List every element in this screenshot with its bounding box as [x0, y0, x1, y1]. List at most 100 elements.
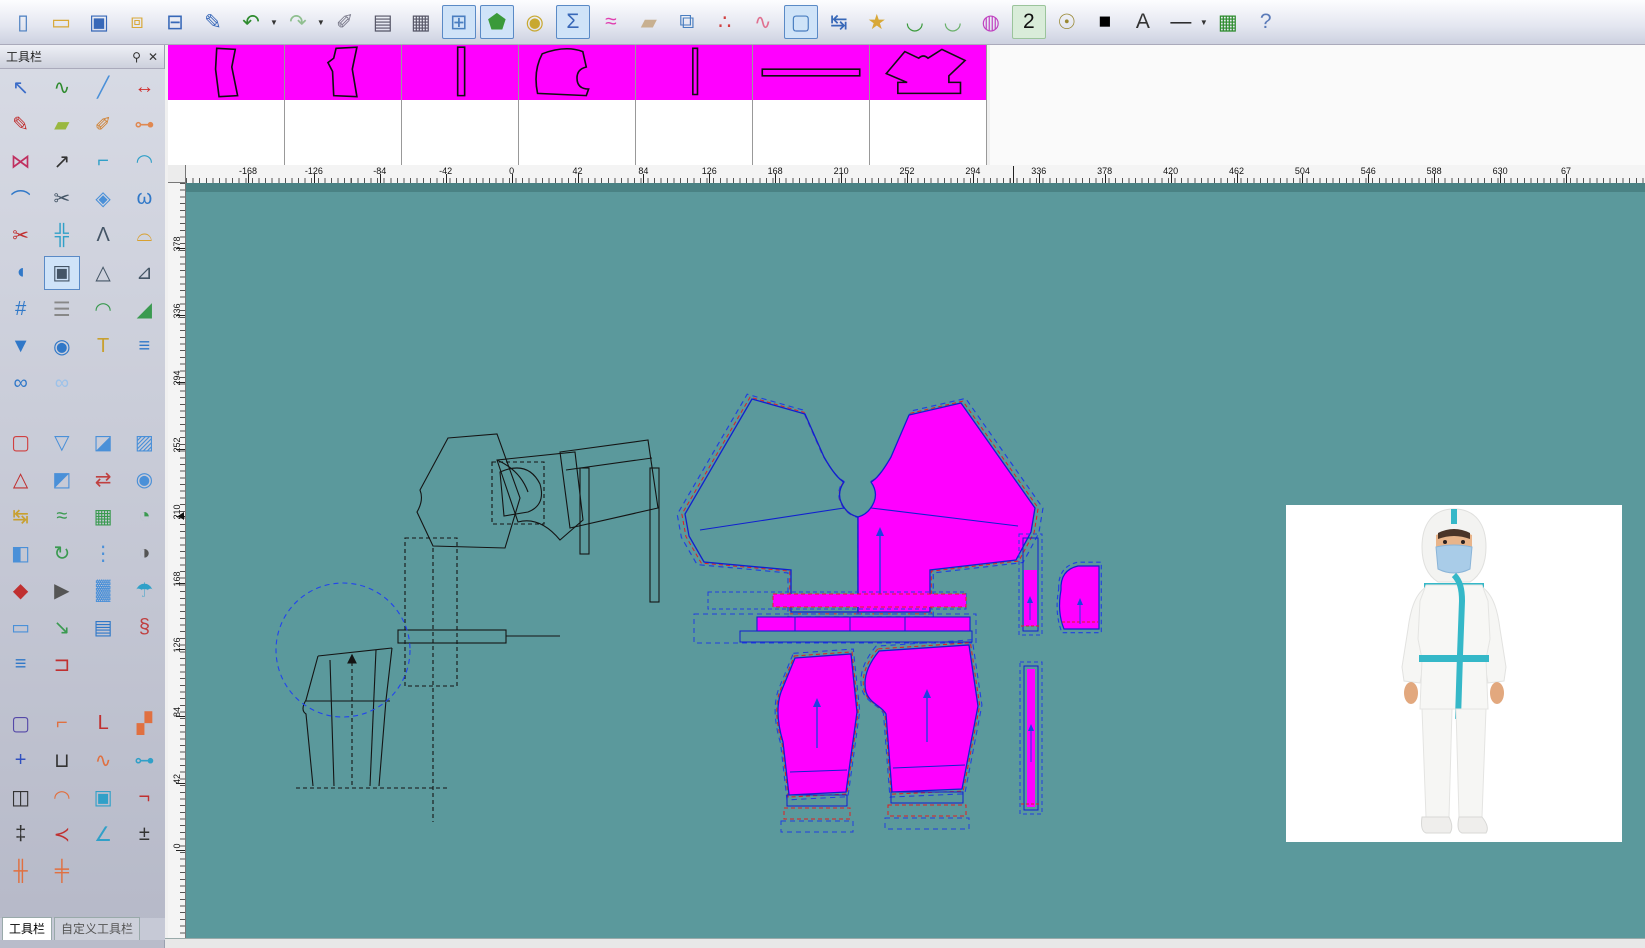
- stretch-curve-tool[interactable]: ↔: [126, 71, 162, 105]
- spread-arrows-tool[interactable]: +: [3, 744, 39, 778]
- map-pieces-tool[interactable]: ▦: [85, 500, 121, 534]
- save-to-disk-button[interactable]: ⊟: [158, 5, 192, 39]
- piece-card[interactable]: [402, 45, 519, 165]
- layer-stack-tool[interactable]: ≡: [3, 648, 39, 682]
- handle-piece-tool[interactable]: ◧: [3, 537, 39, 571]
- seam-l-tool[interactable]: L: [85, 707, 121, 741]
- close-icon[interactable]: ✕: [148, 50, 158, 64]
- s-hooks-tool[interactable]: §: [126, 611, 162, 645]
- bodice-piece-tool[interactable]: ◪: [85, 426, 121, 460]
- color-swatch-button[interactable]: ■: [1088, 5, 1122, 39]
- color-wheel-button[interactable]: ◍: [974, 5, 1008, 39]
- outline-dash-tool[interactable]: ▢: [3, 426, 39, 460]
- sewing-machine-tool[interactable]: ▤: [85, 611, 121, 645]
- point-segment-tool[interactable]: ⊶: [126, 108, 162, 142]
- undo-dropdown-caret[interactable]: ▼: [270, 18, 278, 27]
- size-table-button[interactable]: ▦: [404, 5, 438, 39]
- seam-cut-tool[interactable]: ✂: [3, 219, 39, 253]
- spiral-tool[interactable]: ◉: [44, 330, 80, 364]
- pin-icon[interactable]: ⚲: [132, 50, 141, 64]
- pattern-canvas[interactable]: [186, 183, 1645, 938]
- layout-squares-tool[interactable]: ▣: [44, 256, 80, 290]
- unlink-pieces-tool[interactable]: ∞: [44, 367, 80, 401]
- punch-piece-tool[interactable]: ◈: [85, 182, 121, 216]
- move-pieces-tool[interactable]: ▶: [44, 574, 80, 608]
- line-style-dropdown-caret[interactable]: ▼: [1200, 18, 1208, 27]
- pocket-tool[interactable]: ▽: [44, 426, 80, 460]
- corner-seam-tool[interactable]: ⌐: [44, 707, 80, 741]
- dart-points-tool[interactable]: △: [3, 463, 39, 497]
- piece-shield-button[interactable]: ⬟: [480, 5, 514, 39]
- compare-pieces-tool[interactable]: ◑: [126, 537, 162, 571]
- mirror-shape-tool[interactable]: △: [85, 256, 121, 290]
- curve-split-tool[interactable]: ∿: [85, 744, 121, 778]
- arc-spread-tool[interactable]: ◠: [85, 293, 121, 327]
- spacing-tool[interactable]: ↹: [3, 500, 39, 534]
- draw-line-tool[interactable]: ╱: [85, 71, 121, 105]
- piece-card[interactable]: [753, 45, 870, 165]
- save-button[interactable]: ▣: [82, 5, 116, 39]
- double-arc-tool[interactable]: ω: [126, 182, 162, 216]
- scissors-tool[interactable]: ✂: [44, 182, 80, 216]
- dotted-edge-tool[interactable]: ⋮: [85, 537, 121, 571]
- scatter-chart-button[interactable]: ∴: [708, 5, 742, 39]
- text-a-button[interactable]: A: [1126, 5, 1160, 39]
- hook-curve-tool[interactable]: ⌒: [3, 182, 39, 216]
- measure-star-button[interactable]: ★: [860, 5, 894, 39]
- fabric-roll-tool[interactable]: ▨: [126, 426, 162, 460]
- open-from-disk-button[interactable]: ⧈: [120, 5, 154, 39]
- unfold-piece-tool[interactable]: #: [3, 293, 39, 327]
- line-chart-button[interactable]: ∿: [746, 5, 780, 39]
- adjust-curve-tool[interactable]: ∿: [44, 71, 80, 105]
- select-frame-tool[interactable]: ▢: [3, 707, 39, 741]
- sum-sigma-button[interactable]: Σ: [556, 5, 590, 39]
- piece-card[interactable]: [519, 45, 636, 165]
- save-as-button[interactable]: ✎: [196, 5, 230, 39]
- vertical-ruler[interactable]: 37833629425221016812684420: [168, 183, 186, 938]
- split-right-tool[interactable]: ╪: [44, 855, 80, 889]
- ribbon-bow-tool[interactable]: ⋈: [3, 145, 39, 179]
- pattern-window-button[interactable]: ⊞: [442, 5, 476, 39]
- placket-strip-lower[interactable]: [1020, 662, 1042, 814]
- grade-number-button[interactable]: 2: [1012, 5, 1046, 39]
- corner-frame-tool[interactable]: ▭: [3, 611, 39, 645]
- open-file-button[interactable]: ▭: [44, 5, 78, 39]
- sidebar-tab-0[interactable]: 工具栏: [2, 917, 52, 940]
- waist-band[interactable]: [694, 592, 976, 643]
- body-piece-right-magenta[interactable]: [858, 398, 1043, 616]
- rotate-piece-tool[interactable]: ↻: [44, 537, 80, 571]
- skirt-panels-tool[interactable]: ▼: [3, 330, 39, 364]
- link-pieces-tool[interactable]: ∞: [3, 367, 39, 401]
- offset-shape-tool[interactable]: ◫: [3, 781, 39, 815]
- dashed-lines-tool[interactable]: ☰: [44, 293, 80, 327]
- notch-rect-tool[interactable]: ⊔: [44, 744, 80, 778]
- pant-piece-right[interactable]: [861, 640, 982, 829]
- redo-button[interactable]: ↷: [281, 5, 315, 39]
- hood-piece[interactable]: [1057, 562, 1101, 633]
- brush-button[interactable]: ▰: [632, 5, 666, 39]
- protractor-tool[interactable]: ◖: [3, 256, 39, 290]
- piece-nodes-button[interactable]: ▢: [784, 5, 818, 39]
- seam-width-tool[interactable]: ‡: [3, 818, 39, 852]
- pleat-piece-tool[interactable]: ◢: [126, 293, 162, 327]
- step-measure-tool[interactable]: ↘: [44, 611, 80, 645]
- piece-card[interactable]: [168, 45, 285, 165]
- axis-cross-tool[interactable]: ╬: [44, 219, 80, 253]
- pencil-tool[interactable]: ✎: [3, 108, 39, 142]
- piece-card[interactable]: [870, 45, 987, 165]
- draft-lines[interactable]: [276, 434, 659, 822]
- sidebar-tab-1[interactable]: 自定义工具栏: [54, 917, 140, 940]
- measure-sum-button[interactable]: ↹: [822, 5, 856, 39]
- lock-piece-button[interactable]: ◉: [518, 5, 552, 39]
- new-document-button[interactable]: ▯: [6, 5, 40, 39]
- piece-card[interactable]: [636, 45, 753, 165]
- redo-dropdown-caret[interactable]: ▼: [317, 18, 325, 27]
- eraser-tool[interactable]: ▰: [44, 108, 80, 142]
- arrow-point-tool[interactable]: ↗: [44, 145, 80, 179]
- swap-arrow-tool[interactable]: ⇄: [85, 463, 121, 497]
- help-cursor-button[interactable]: ?: [1249, 5, 1283, 39]
- corner-curve-tool[interactable]: ⌐: [85, 145, 121, 179]
- piece-card[interactable]: [285, 45, 402, 165]
- body-piece-left-outline[interactable]: [677, 394, 858, 617]
- seam-pattern-tool[interactable]: ≡: [126, 330, 162, 364]
